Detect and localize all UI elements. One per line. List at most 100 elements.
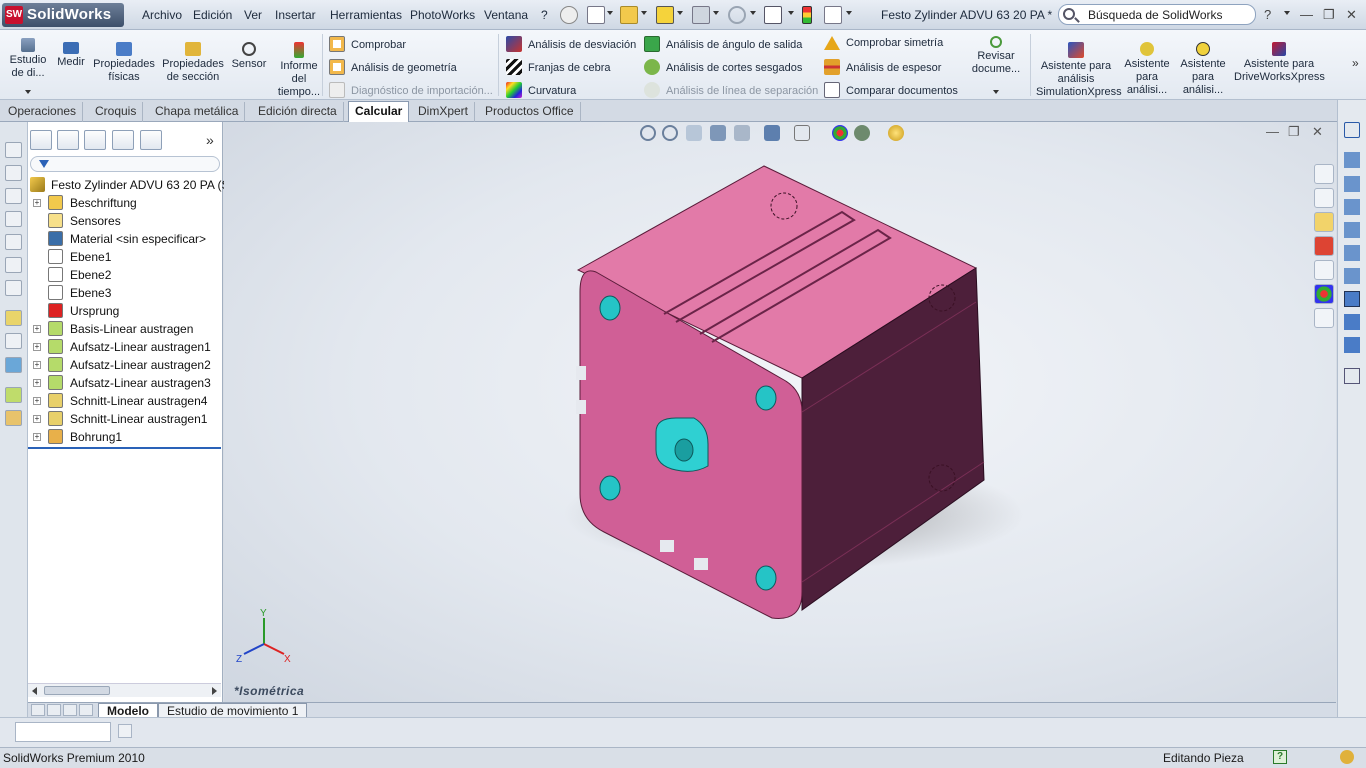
print-icon[interactable] <box>692 6 710 24</box>
menu-edicion[interactable]: Edición <box>193 8 232 22</box>
prev-tab-icon[interactable] <box>47 704 61 716</box>
view-palette-icon[interactable] <box>1314 260 1334 280</box>
file-properties-icon[interactable] <box>824 6 842 24</box>
command-go-icon[interactable] <box>118 724 132 738</box>
sketch-icon[interactable] <box>5 310 22 326</box>
curvature-button[interactable]: Curvatura <box>506 82 576 98</box>
standard-view-7-icon[interactable] <box>1344 291 1360 307</box>
view-top-icon[interactable] <box>5 234 22 250</box>
review-dropdown-icon[interactable] <box>993 90 999 94</box>
extrude-boss-icon[interactable] <box>5 387 22 403</box>
view-isometric-icon[interactable] <box>5 280 22 296</box>
view-bottom-icon[interactable] <box>5 257 22 273</box>
review-document-button[interactable]: Revisar docume... <box>968 36 1024 76</box>
tree-item[interactable]: Sensores <box>28 212 223 230</box>
parting-line-button[interactable]: Análisis de línea de separación <box>644 82 818 98</box>
new-dropdown-icon[interactable] <box>607 11 613 15</box>
help-dropdown-icon[interactable] <box>1284 11 1290 15</box>
tree-item[interactable]: + Schnitt-Linear austragen4 <box>28 392 223 410</box>
tree-item[interactable]: + Bohrung1 <box>28 428 223 446</box>
new-document-icon[interactable] <box>587 6 605 24</box>
expand-icon[interactable]: + <box>33 397 41 405</box>
tree-item[interactable]: Ebene3 <box>28 284 223 302</box>
standard-view-6-icon[interactable] <box>1344 268 1360 284</box>
scroll-right-icon[interactable] <box>212 687 217 695</box>
tree-root-part[interactable]: Festo Zylinder ADVU 63 20 PA (S <box>28 176 230 194</box>
tree-item[interactable]: Material <sin especificar> <box>28 230 223 248</box>
tab-estudio-movimiento[interactable]: Estudio de movimiento 1 <box>158 703 308 718</box>
options-dropdown-icon[interactable] <box>846 11 852 15</box>
save-warning-icon[interactable] <box>656 6 674 24</box>
save-dropdown-icon[interactable] <box>677 11 683 15</box>
fm-expand-icon[interactable]: » <box>206 132 214 148</box>
measure-button[interactable]: Medir <box>54 42 88 69</box>
feature-filter-input[interactable] <box>30 156 220 172</box>
tab-productos-office[interactable]: Productos Office <box>479 102 581 122</box>
performance-report-button[interactable]: Informe del tiempo... <box>274 42 324 99</box>
check-button[interactable]: Comprobar <box>329 36 406 52</box>
pin-icon[interactable] <box>560 6 578 24</box>
tree-item[interactable]: + Aufsatz-Linear austragen1 <box>28 338 223 356</box>
zebra-stripes-button[interactable]: Franjas de cebra <box>506 59 611 75</box>
standard-view-5-icon[interactable] <box>1344 245 1360 261</box>
dfmxpress-button[interactable]: Asistente para análisi... <box>1178 42 1228 97</box>
tree-item[interactable]: Ursprung <box>28 302 223 320</box>
tab-operaciones[interactable]: Operaciones <box>2 102 84 122</box>
tab-modelo[interactable]: Modelo <box>98 703 158 718</box>
close-icon[interactable]: ✕ <box>1346 7 1357 23</box>
tree-item[interactable]: + Aufsatz-Linear austragen3 <box>28 374 223 392</box>
symmetry-check-button[interactable]: Comprobar simetría <box>824 36 943 50</box>
select-dropdown-icon[interactable] <box>788 11 794 15</box>
search-icon[interactable] <box>1063 8 1075 20</box>
display-manager-tab-icon[interactable] <box>140 130 162 150</box>
dimxpert-manager-tab-icon[interactable] <box>112 130 134 150</box>
property-manager-tab-icon[interactable] <box>57 130 79 150</box>
view-front-icon[interactable] <box>5 142 22 158</box>
tab-chapa-metalica[interactable]: Chapa metálica <box>149 102 246 122</box>
status-rebuild-icon[interactable] <box>1340 750 1354 764</box>
expand-icon[interactable]: + <box>33 433 41 441</box>
status-help-icon[interactable]: ? <box>1273 750 1287 764</box>
undo-dropdown-icon[interactable] <box>750 11 756 15</box>
menu-ventana[interactable]: Ventana <box>484 8 528 22</box>
tab-dimxpert[interactable]: DimXpert <box>412 102 476 122</box>
open-folder-icon[interactable] <box>620 6 638 24</box>
design-study-dropdown-icon[interactable] <box>25 90 31 94</box>
standard-view-9-icon[interactable] <box>1344 337 1360 353</box>
menu-ver[interactable]: Ver <box>244 8 262 22</box>
tree-item[interactable]: Ebene2 <box>28 266 223 284</box>
tab-croquis[interactable]: Croquis <box>89 102 144 122</box>
custom-properties-icon[interactable] <box>1314 308 1334 328</box>
undercut-analysis-button[interactable]: Análisis de cortes sesgados <box>644 59 802 75</box>
expand-icon[interactable]: + <box>33 325 41 333</box>
tab-edicion-directa[interactable]: Edición directa <box>252 102 344 122</box>
menu-archivo[interactable]: Archivo <box>142 8 182 22</box>
solidworks-resources-icon[interactable] <box>1314 164 1334 184</box>
deviation-analysis-button[interactable]: Análisis de desviación <box>506 36 636 52</box>
cylinder-part-model[interactable]: Y X Z <box>224 122 1336 702</box>
expand-icon[interactable]: + <box>33 199 41 207</box>
import-diagnostics-button[interactable]: Diagnóstico de importación... <box>329 82 493 98</box>
tree-item[interactable]: + Aufsatz-Linear austragen2 <box>28 356 223 374</box>
tree-item[interactable]: + Basis-Linear austragen <box>28 320 223 338</box>
last-tab-icon[interactable] <box>79 704 93 716</box>
first-tab-icon[interactable] <box>31 704 45 716</box>
undo-icon[interactable] <box>728 6 746 24</box>
extrude-cut-icon[interactable] <box>5 410 22 426</box>
view-left-icon[interactable] <box>5 188 22 204</box>
compare-documents-button[interactable]: Comparar documentos <box>824 82 958 98</box>
tree-item[interactable]: + Beschriftung <box>28 194 223 212</box>
appearances-icon[interactable] <box>1314 284 1334 304</box>
menu-photoworks[interactable]: PhotoWorks <box>410 8 475 22</box>
graphics-viewport[interactable]: — ❐ ✕ Y X Z *Isométrica <box>224 122 1336 702</box>
menu-herramientas[interactable]: Herramientas <box>330 8 402 22</box>
section-properties-button[interactable]: Propiedades de sección <box>160 42 226 84</box>
open-dropdown-icon[interactable] <box>641 11 647 15</box>
simulationxpress-button[interactable]: Asistente para análisis SimulationXpress <box>1036 42 1122 99</box>
mass-properties-button[interactable]: Propiedades físicas <box>92 42 156 84</box>
feature-tree-scrollbar[interactable] <box>28 683 221 697</box>
command-combo-box[interactable] <box>15 722 111 742</box>
driveworksxpress-button[interactable]: Asistente para DriveWorksXpress <box>1234 42 1325 84</box>
solidworks-logo[interactable]: SW SolidWorks <box>2 3 124 27</box>
restore-icon[interactable]: ❐ <box>1323 7 1335 23</box>
